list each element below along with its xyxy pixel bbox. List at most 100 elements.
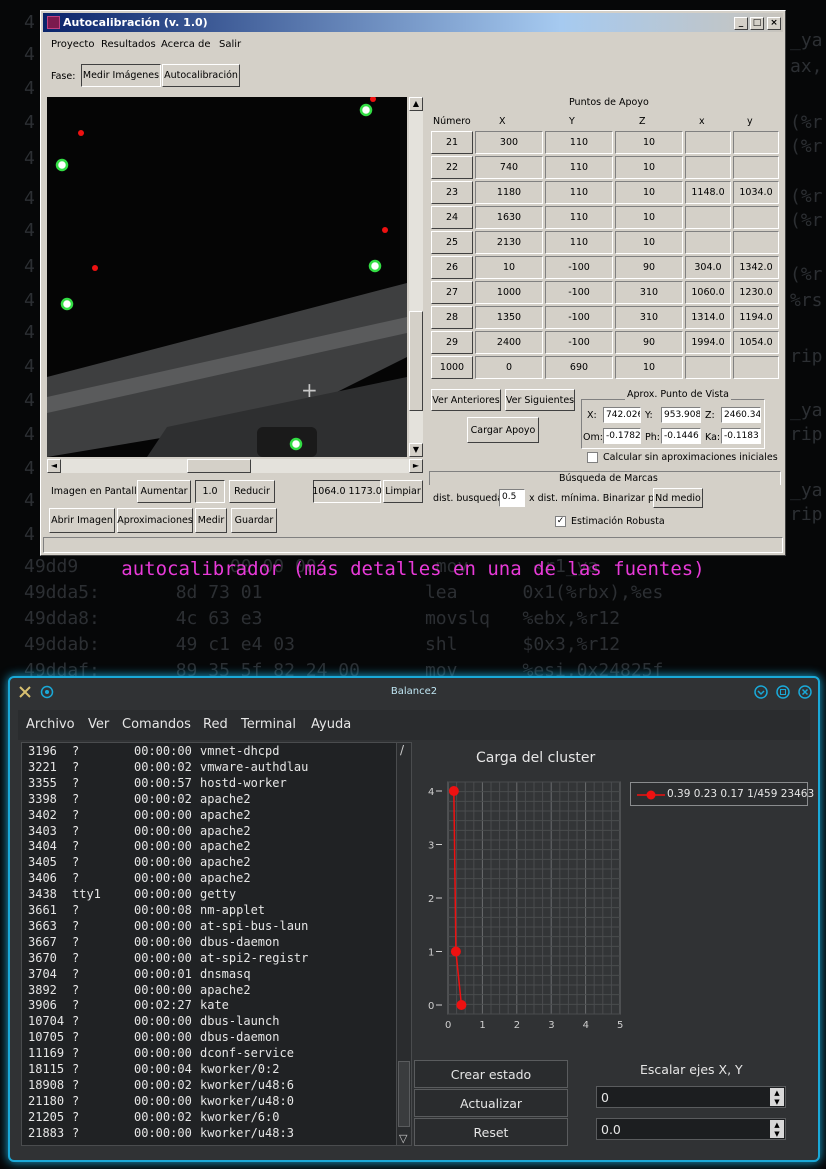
table-cell[interactable]: 1034.0 bbox=[733, 181, 779, 204]
table-cell[interactable]: -100 bbox=[545, 306, 613, 329]
table-cell[interactable]: 1060.0 bbox=[685, 281, 731, 304]
table-cell[interactable]: -100 bbox=[545, 281, 613, 304]
x-field[interactable]: 742.026 bbox=[603, 407, 641, 423]
table-cell[interactable] bbox=[685, 131, 731, 154]
table-cell[interactable] bbox=[733, 231, 779, 254]
scroll-down-arrow[interactable]: ▽ bbox=[399, 1132, 407, 1145]
guardar-button[interactable]: Guardar bbox=[231, 508, 277, 533]
scroll-up-arrow[interactable]: / bbox=[400, 743, 404, 757]
escala-x-input[interactable]: 0 ▲ ▼ bbox=[596, 1086, 786, 1108]
table-cell[interactable] bbox=[685, 156, 731, 179]
table-cell[interactable] bbox=[733, 206, 779, 229]
table-cell[interactable]: 10 bbox=[615, 156, 683, 179]
tab-medir-imagenes[interactable]: Medir Imágenes bbox=[81, 64, 161, 87]
title-bar[interactable]: Balance2 bbox=[10, 678, 818, 708]
nd-medio-button[interactable]: Nd medio bbox=[653, 488, 703, 508]
ka-field[interactable]: -0.1183 bbox=[721, 428, 761, 444]
spin-up-icon[interactable]: ▲ bbox=[774, 1121, 779, 1129]
table-cell[interactable]: 2400 bbox=[475, 331, 543, 354]
table-cell[interactable] bbox=[685, 206, 731, 229]
escala-y-input[interactable]: 0.0 ▲ ▼ bbox=[596, 1118, 786, 1140]
image-pane[interactable]: + bbox=[47, 97, 407, 457]
process-scrollbar[interactable]: / ▽ bbox=[396, 742, 412, 1146]
table-cell[interactable]: 300 bbox=[475, 131, 543, 154]
row-number-button[interactable]: 23 bbox=[431, 181, 473, 204]
table-cell[interactable]: 740 bbox=[475, 156, 543, 179]
table-row[interactable]: 23 1180 110 10 1148.0 1034.0 bbox=[431, 181, 779, 204]
close-button[interactable]: × bbox=[767, 17, 781, 30]
table-cell[interactable]: 1194.0 bbox=[733, 306, 779, 329]
y-field[interactable]: 953.908 bbox=[661, 407, 701, 423]
ph-field[interactable]: -0.1446 bbox=[661, 428, 701, 444]
table-cell[interactable]: -100 bbox=[545, 331, 613, 354]
escala-y-spinner[interactable]: ▲ ▼ bbox=[770, 1120, 784, 1138]
cargar-apoyo-button[interactable]: Cargar Apoyo bbox=[467, 417, 539, 443]
scroll-left-arrow[interactable]: ◄ bbox=[47, 459, 61, 473]
minimize-icon[interactable] bbox=[754, 685, 768, 699]
table-cell[interactable]: 110 bbox=[545, 181, 613, 204]
reset-button[interactable]: Reset bbox=[414, 1118, 568, 1146]
pin-icon[interactable] bbox=[40, 685, 54, 699]
spin-down-icon[interactable]: ▼ bbox=[774, 1098, 779, 1106]
z-field[interactable]: 2460.34 bbox=[721, 407, 761, 423]
table-cell[interactable]: 1180 bbox=[475, 181, 543, 204]
table-row[interactable]: 25 2130 110 10 bbox=[431, 231, 779, 254]
table-cell[interactable]: 1054.0 bbox=[733, 331, 779, 354]
table-cell[interactable]: 90 bbox=[615, 256, 683, 279]
close-icon[interactable] bbox=[798, 685, 812, 699]
ver-anteriores-button[interactable]: Ver Anteriores bbox=[431, 389, 501, 411]
crear-estado-button[interactable]: Crear estado bbox=[414, 1060, 568, 1088]
table-cell[interactable]: 10 bbox=[615, 231, 683, 254]
limpiar-button[interactable]: Limpiar bbox=[383, 480, 423, 503]
scroll-thumb-vertical[interactable] bbox=[409, 311, 423, 411]
medir-button[interactable]: Medir bbox=[195, 508, 227, 533]
scroll-up-arrow[interactable]: ▲ bbox=[409, 97, 423, 111]
estimacion-robusta-checkbox[interactable]: ✓ bbox=[555, 516, 566, 527]
tab-autocalibracion[interactable]: Autocalibración bbox=[162, 64, 240, 87]
table-cell[interactable]: -100 bbox=[545, 256, 613, 279]
menu-ayuda[interactable]: Ayuda bbox=[311, 710, 351, 740]
table-cell[interactable]: 1342.0 bbox=[733, 256, 779, 279]
scroll-thumb-horizontal[interactable] bbox=[187, 459, 251, 473]
scroll-down-arrow[interactable]: ▼ bbox=[409, 443, 423, 457]
table-row[interactable]: 29 2400 -100 90 1994.0 1054.0 bbox=[431, 331, 779, 354]
tools-icon[interactable] bbox=[18, 685, 32, 699]
table-row[interactable]: 21 300 110 10 bbox=[431, 131, 779, 154]
row-number-button[interactable]: 25 bbox=[431, 231, 473, 254]
table-cell[interactable]: 1314.0 bbox=[685, 306, 731, 329]
table-cell[interactable]: 1000 bbox=[475, 281, 543, 304]
table-cell[interactable]: 1350 bbox=[475, 306, 543, 329]
table-cell[interactable] bbox=[685, 231, 731, 254]
menu-salir[interactable]: Salir bbox=[219, 39, 241, 50]
menu-acerca-de[interactable]: Acerca de bbox=[161, 39, 211, 50]
table-row[interactable]: 22 740 110 10 bbox=[431, 156, 779, 179]
minimize-button[interactable]: _ bbox=[734, 17, 748, 30]
row-number-button[interactable]: 28 bbox=[431, 306, 473, 329]
process-list[interactable]: 3196? 00:00:00 vmnet-dhcpd 3221? 00:00:02 vmw… bbox=[21, 742, 401, 1146]
table-cell[interactable]: 310 bbox=[615, 281, 683, 304]
spin-up-icon[interactable]: ▲ bbox=[774, 1089, 779, 1097]
table-cell[interactable]: 10 bbox=[615, 206, 683, 229]
menu-archivo[interactable]: Archivo bbox=[26, 710, 75, 740]
menu-resultados[interactable]: Resultados bbox=[101, 39, 156, 50]
table-cell[interactable]: 1230.0 bbox=[733, 281, 779, 304]
table-cell[interactable]: 90 bbox=[615, 331, 683, 354]
menu-comandos[interactable]: Comandos bbox=[122, 710, 191, 740]
row-number-button[interactable]: 21 bbox=[431, 131, 473, 154]
calcular-checkbox[interactable] bbox=[587, 452, 598, 463]
ver-siguientes-button[interactable]: Ver Siguientes bbox=[505, 389, 575, 411]
table-row[interactable]: 1000 0 690 10 bbox=[431, 356, 779, 379]
table-cell[interactable]: 110 bbox=[545, 156, 613, 179]
table-cell[interactable]: 1994.0 bbox=[685, 331, 731, 354]
aproximaciones-button[interactable]: Aproximaciones bbox=[117, 508, 193, 533]
row-number-button[interactable]: 1000 bbox=[431, 356, 473, 379]
table-row[interactable]: 28 1350 -100 310 1314.0 1194.0 bbox=[431, 306, 779, 329]
escala-x-spinner[interactable]: ▲ ▼ bbox=[770, 1088, 784, 1106]
table-cell[interactable]: 2130 bbox=[475, 231, 543, 254]
dist-busqueda-field[interactable]: 0.5 bbox=[499, 489, 525, 507]
table-row[interactable]: 24 1630 110 10 bbox=[431, 206, 779, 229]
row-number-button[interactable]: 24 bbox=[431, 206, 473, 229]
table-cell[interactable]: 10 bbox=[615, 131, 683, 154]
table-cell[interactable] bbox=[733, 131, 779, 154]
spin-down-icon[interactable]: ▼ bbox=[774, 1130, 779, 1138]
